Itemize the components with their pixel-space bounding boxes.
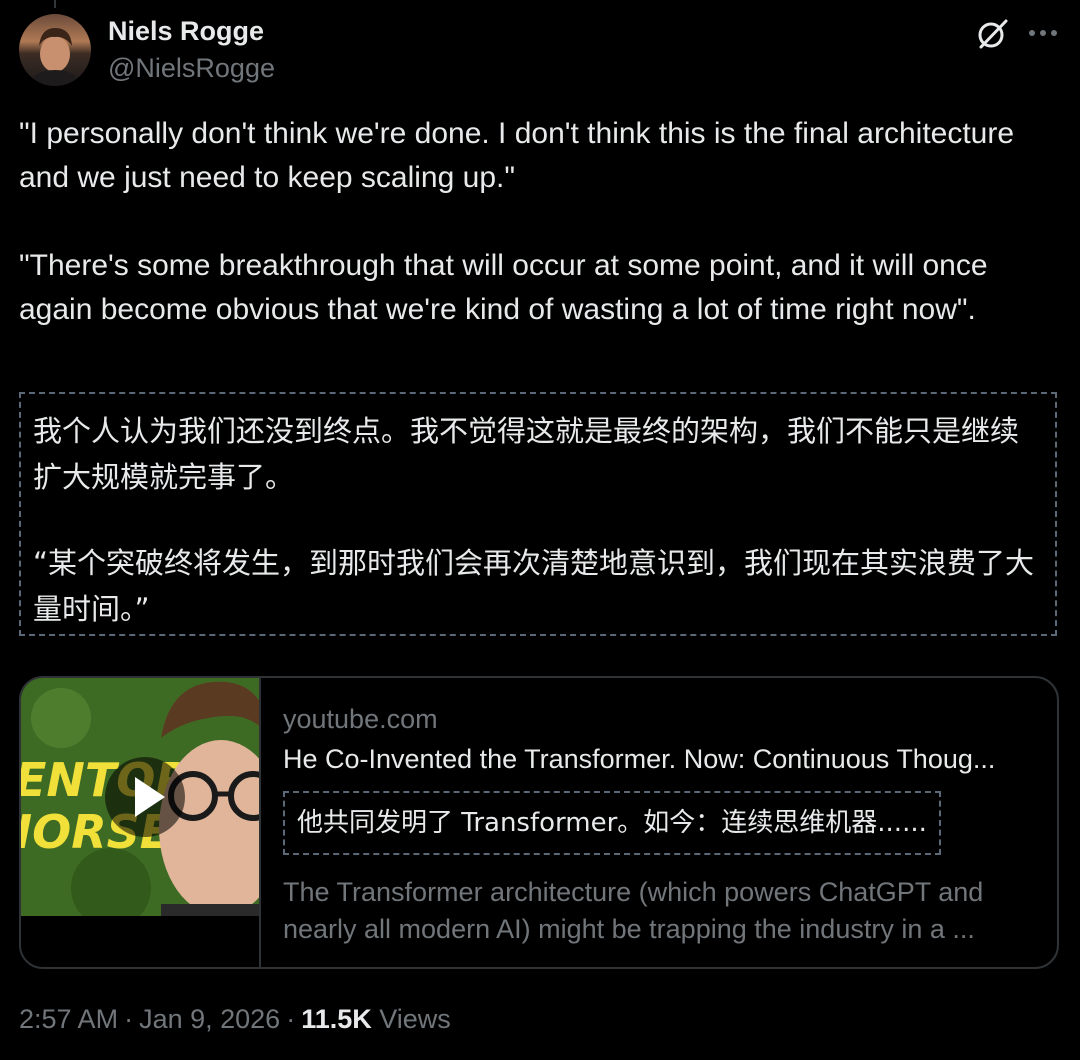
thumbnail-footer: [21, 916, 259, 967]
more-icon[interactable]: [1026, 18, 1060, 48]
card-divider: [259, 678, 261, 967]
tweet-text: "I personally don't think we're done. I …: [19, 112, 1064, 332]
video-thumbnail[interactable]: ENTOR'S IORSE: [21, 678, 259, 916]
card-description-line: nearly all modern AI) might be trapping …: [283, 914, 975, 944]
card-description: The Transformer architecture (which powe…: [283, 874, 1043, 948]
meta-separator: ·: [124, 1004, 134, 1034]
play-icon: [135, 777, 165, 817]
views-count[interactable]: 11.5K: [301, 1004, 372, 1034]
views-label: Views: [379, 1004, 451, 1034]
translation-paragraph: “某个突破终将发生，到那时我们会再次清楚地意识到，我们现在其实浪费了大量时间。”: [33, 546, 1035, 626]
author-handle[interactable]: @NielsRogge: [108, 53, 275, 84]
tweet-translation: 我个人认为我们还没到终点。我不觉得这就是最终的架构，我们不能只是继续扩大规模就完…: [19, 392, 1057, 636]
link-card[interactable]: ENTOR'S IORSE youtube.com He Co-Invented…: [19, 676, 1059, 969]
thread-line: [54, 0, 56, 8]
play-button[interactable]: [105, 757, 185, 837]
card-title-translation: 他共同发明了 Transformer。如今：连续思维机器......: [283, 791, 941, 855]
tweet-paragraph: "I personally don't think we're done. I …: [19, 117, 1023, 194]
tweet-meta: 2:57 AM · Jan 9, 2026 · 11.5K Views: [19, 1004, 451, 1035]
tweet-time[interactable]: 2:57 AM: [19, 1004, 118, 1034]
card-title[interactable]: He Co-Invented the Transformer. Now: Con…: [283, 744, 1043, 775]
grok-icon[interactable]: [974, 16, 1010, 52]
author-display-name[interactable]: Niels Rogge: [108, 16, 264, 47]
tweet-paragraph-spacer: [19, 200, 1064, 244]
translation-paragraph: 我个人认为我们还没到终点。我不觉得这就是最终的架构，我们不能只是继续扩大规模就完…: [33, 414, 1020, 494]
meta-separator: ·: [286, 1004, 296, 1034]
tweet-date[interactable]: Jan 9, 2026: [139, 1004, 280, 1034]
avatar-image: [29, 28, 81, 86]
tweet-paragraph: "There's some breakthrough that will occ…: [19, 249, 996, 326]
avatar[interactable]: [19, 14, 91, 86]
card-description-line: The Transformer architecture (which powe…: [283, 877, 984, 907]
translation-paragraph-spacer: [33, 500, 1043, 540]
card-domain: youtube.com: [283, 704, 438, 734]
